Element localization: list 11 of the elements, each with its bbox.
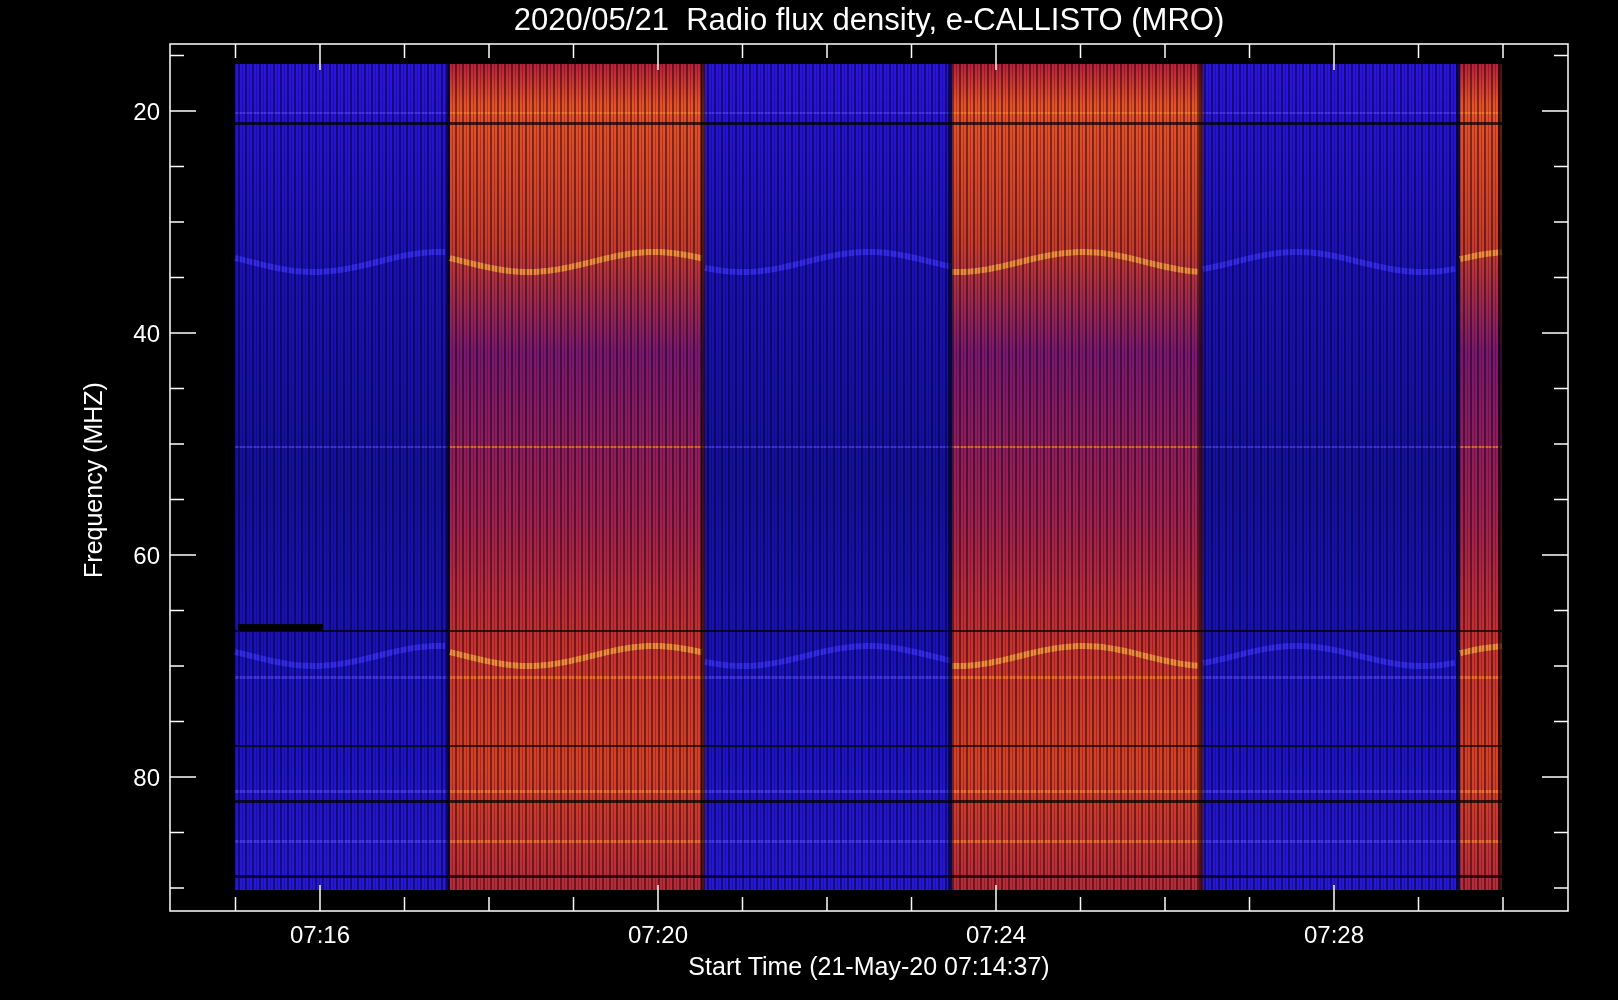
x-axis-label: Start Time (21-May-20 07:14:37) [688, 952, 1050, 980]
y-tick-label: 80 [133, 764, 160, 791]
y-axis-label: Frequency (MHZ) [79, 382, 107, 578]
y-tick-label: 20 [133, 98, 160, 125]
x-tick-label: 07:28 [1303, 921, 1365, 948]
plot-title: 2020/05/21 Radio flux density, e-CALLISTO (MRO) [513, 2, 1225, 37]
x-tick-label: 07:24 [965, 921, 1027, 948]
x-tick-label: 07:16 [289, 921, 351, 948]
y-tick-label: 60 [133, 542, 160, 569]
y-tick-label: 40 [133, 320, 160, 347]
x-tick-label: 07:20 [627, 921, 689, 948]
